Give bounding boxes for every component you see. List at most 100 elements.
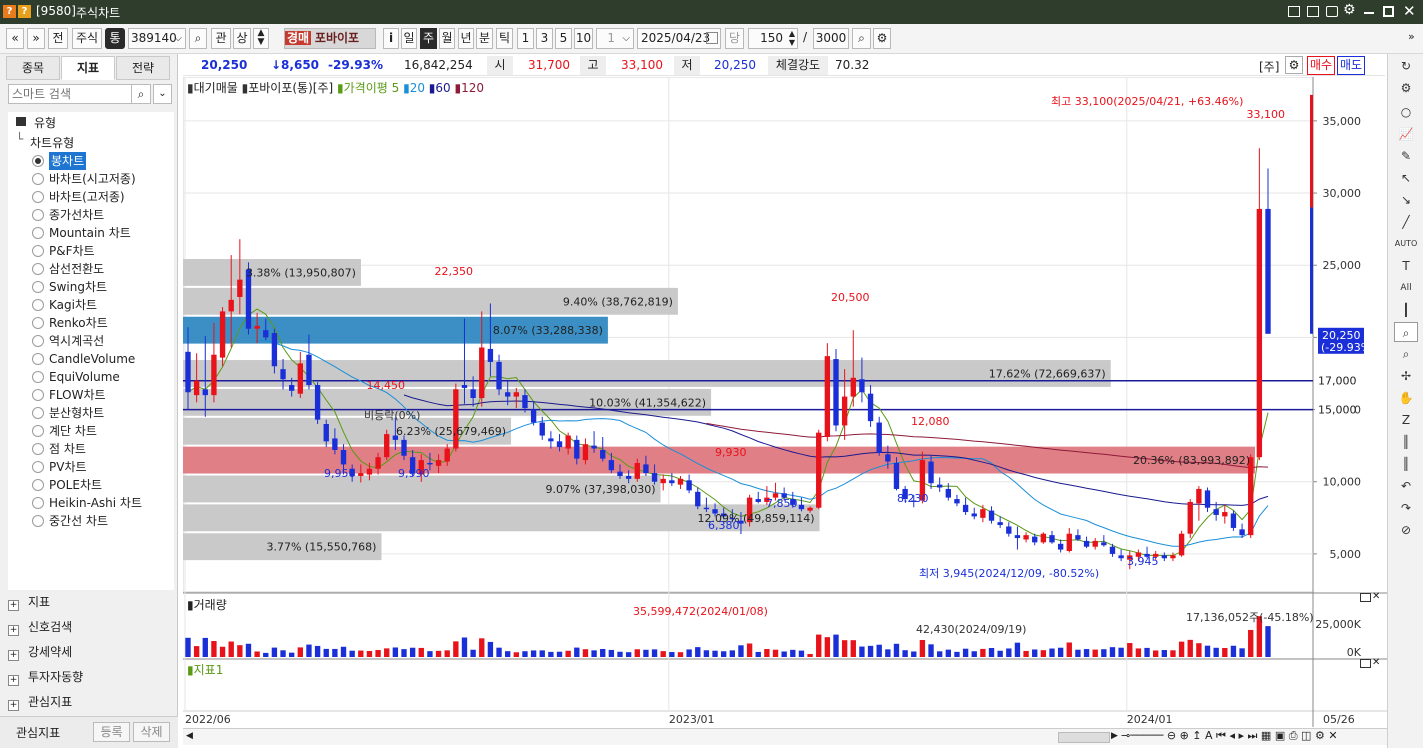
tab-strategy[interactable]: 전략 — [116, 56, 170, 80]
pen-tool-icon[interactable]: ✎ — [1394, 146, 1418, 166]
indicator-max-icon[interactable] — [1360, 659, 1371, 668]
radio-icon[interactable] — [32, 191, 44, 203]
chart-tool-icon[interactable]: 📈 — [1394, 124, 1418, 144]
cross-tool-icon[interactable]: ✢ — [1394, 366, 1418, 386]
candle-body[interactable] — [1075, 535, 1081, 540]
bars-tool-icon[interactable]: ║ — [1394, 432, 1418, 452]
auto-tool-icon[interactable]: AUTO — [1394, 234, 1418, 254]
radio-icon[interactable] — [32, 263, 44, 275]
count-input[interactable]: 150 ▲ ▼ — [748, 28, 798, 49]
help-icon[interactable]: ? — [18, 5, 31, 18]
search-icon[interactable]: ⌕ — [189, 28, 207, 49]
print-icon[interactable]: ⎙ — [1289, 729, 1298, 742]
candle-body[interactable] — [522, 395, 528, 409]
volume-close-icon[interactable]: ✕ — [1372, 591, 1380, 602]
candle-body[interactable] — [530, 409, 537, 423]
candle-body[interactable] — [340, 449, 347, 465]
num-3-button[interactable]: 3 — [536, 28, 553, 49]
num-1-button[interactable]: 1 — [517, 28, 534, 49]
candle-body[interactable] — [850, 377, 856, 397]
candle-body[interactable] — [211, 354, 217, 396]
candle-body[interactable] — [1032, 536, 1038, 543]
candle-body[interactable] — [237, 279, 243, 297]
date-input[interactable]: 2025/04/23 — [637, 28, 721, 49]
section-signal-search[interactable]: + 신호검색 — [8, 617, 174, 637]
expand-down-icon[interactable]: ⌄ — [153, 84, 172, 104]
candle-body[interactable] — [505, 392, 511, 397]
num-5-button[interactable]: 5 — [555, 28, 572, 49]
zoom-tool-icon[interactable]: ⌕ — [1394, 344, 1418, 364]
minimize-icon[interactable] — [1364, 12, 1374, 14]
candle-body[interactable] — [427, 462, 433, 465]
candle-body[interactable] — [971, 513, 977, 517]
updown-spinner[interactable]: ▲ ▼ — [253, 28, 269, 49]
candle-body[interactable] — [695, 491, 701, 507]
pointer-tool-icon[interactable]: ↖ — [1394, 168, 1418, 188]
hand-tool-icon[interactable]: ✋ — [1394, 388, 1418, 408]
legend-ma60[interactable]: 60 — [435, 81, 450, 95]
radio-icon[interactable] — [32, 479, 44, 491]
register-button[interactable]: 등록 — [93, 722, 130, 742]
candle-body[interactable] — [539, 422, 545, 436]
bars2-tool-icon[interactable]: ║ — [1394, 454, 1418, 474]
unit-button[interactable]: [주] — [1259, 58, 1279, 75]
legend-name[interactable]: 포바이포(통)[주] — [248, 81, 333, 95]
toolbar-settings-gear-icon[interactable]: ⚙ — [873, 28, 891, 49]
period-day[interactable]: 일 — [401, 28, 417, 49]
candle-body[interactable] — [487, 348, 494, 362]
candle-body[interactable] — [1006, 526, 1012, 534]
candle-body[interactable] — [876, 422, 882, 453]
chart-area[interactable]: 5,00010,00015,00020,00025,00030,00035,00… — [183, 77, 1387, 748]
legend-ma120[interactable]: 120 — [461, 81, 484, 95]
candle-body[interactable] — [289, 385, 295, 391]
sang-button[interactable]: 상 — [233, 28, 251, 49]
candle-body[interactable] — [384, 434, 390, 458]
candle-body[interactable] — [945, 488, 951, 498]
unit-input[interactable]: 1 ⌵ — [596, 28, 634, 49]
arrow-tool-icon[interactable]: ↘ — [1394, 190, 1418, 210]
candle-body[interactable] — [202, 389, 208, 396]
legend-vp[interactable]: 대기매물 — [194, 81, 238, 95]
text-tool-icon[interactable]: T — [1394, 256, 1418, 276]
first-icon[interactable]: ⏮ — [1216, 729, 1226, 742]
volume-profile-bar[interactable] — [183, 360, 1111, 387]
pin-icon[interactable] — [1307, 6, 1319, 17]
legend-ma20[interactable]: 20 — [410, 81, 425, 95]
scroll-right-icon[interactable]: ▶ — [1111, 731, 1118, 741]
candle-body[interactable] — [824, 356, 831, 437]
camera-icon[interactable]: ◫ — [1301, 729, 1311, 742]
period-year[interactable]: 년 — [458, 28, 474, 49]
save-icon[interactable]: ▣ — [1275, 729, 1285, 742]
candle-body[interactable] — [1101, 542, 1107, 546]
radio-icon[interactable] — [32, 443, 44, 455]
redo-icon[interactable]: ↷ — [1394, 498, 1418, 518]
candle-body[interactable] — [600, 449, 606, 459]
candle-body[interactable] — [1057, 543, 1064, 550]
radio-icon[interactable] — [32, 281, 44, 293]
count-spinner-icon[interactable]: ▲ ▼ — [789, 29, 795, 47]
candle-body[interactable] — [1049, 535, 1055, 543]
candle-body[interactable] — [885, 454, 891, 462]
prev-page-icon[interactable]: ◂ — [1229, 729, 1235, 742]
camera-icon[interactable] — [1326, 6, 1338, 17]
volume-max-icon[interactable] — [1360, 593, 1371, 602]
candle-body[interactable] — [893, 462, 900, 489]
right-gear-icon[interactable]: ⚙ — [1394, 78, 1418, 98]
radio-icon[interactable] — [32, 317, 44, 329]
candle-body[interactable] — [677, 478, 684, 485]
candle-body[interactable] — [513, 392, 519, 397]
candle-body[interactable] — [1256, 208, 1263, 458]
info-button[interactable]: i — [383, 28, 399, 49]
zoom-icon[interactable]: ⌕ — [852, 28, 871, 49]
radio-icon[interactable] — [32, 389, 44, 401]
circle-tool-icon[interactable]: ○ — [1394, 102, 1418, 122]
radio-icon[interactable] — [32, 299, 44, 311]
text-size-icon[interactable]: A — [1205, 729, 1213, 742]
close-icon[interactable]: ✕ — [1403, 2, 1416, 20]
candle-body[interactable] — [816, 432, 822, 508]
new-window-icon[interactable] — [1288, 6, 1300, 17]
last-icon[interactable]: ⏭ — [1248, 729, 1258, 742]
candle-body[interactable] — [651, 473, 658, 482]
candle-body[interactable] — [833, 359, 839, 426]
sell-button[interactable]: 매도 — [1337, 56, 1365, 75]
